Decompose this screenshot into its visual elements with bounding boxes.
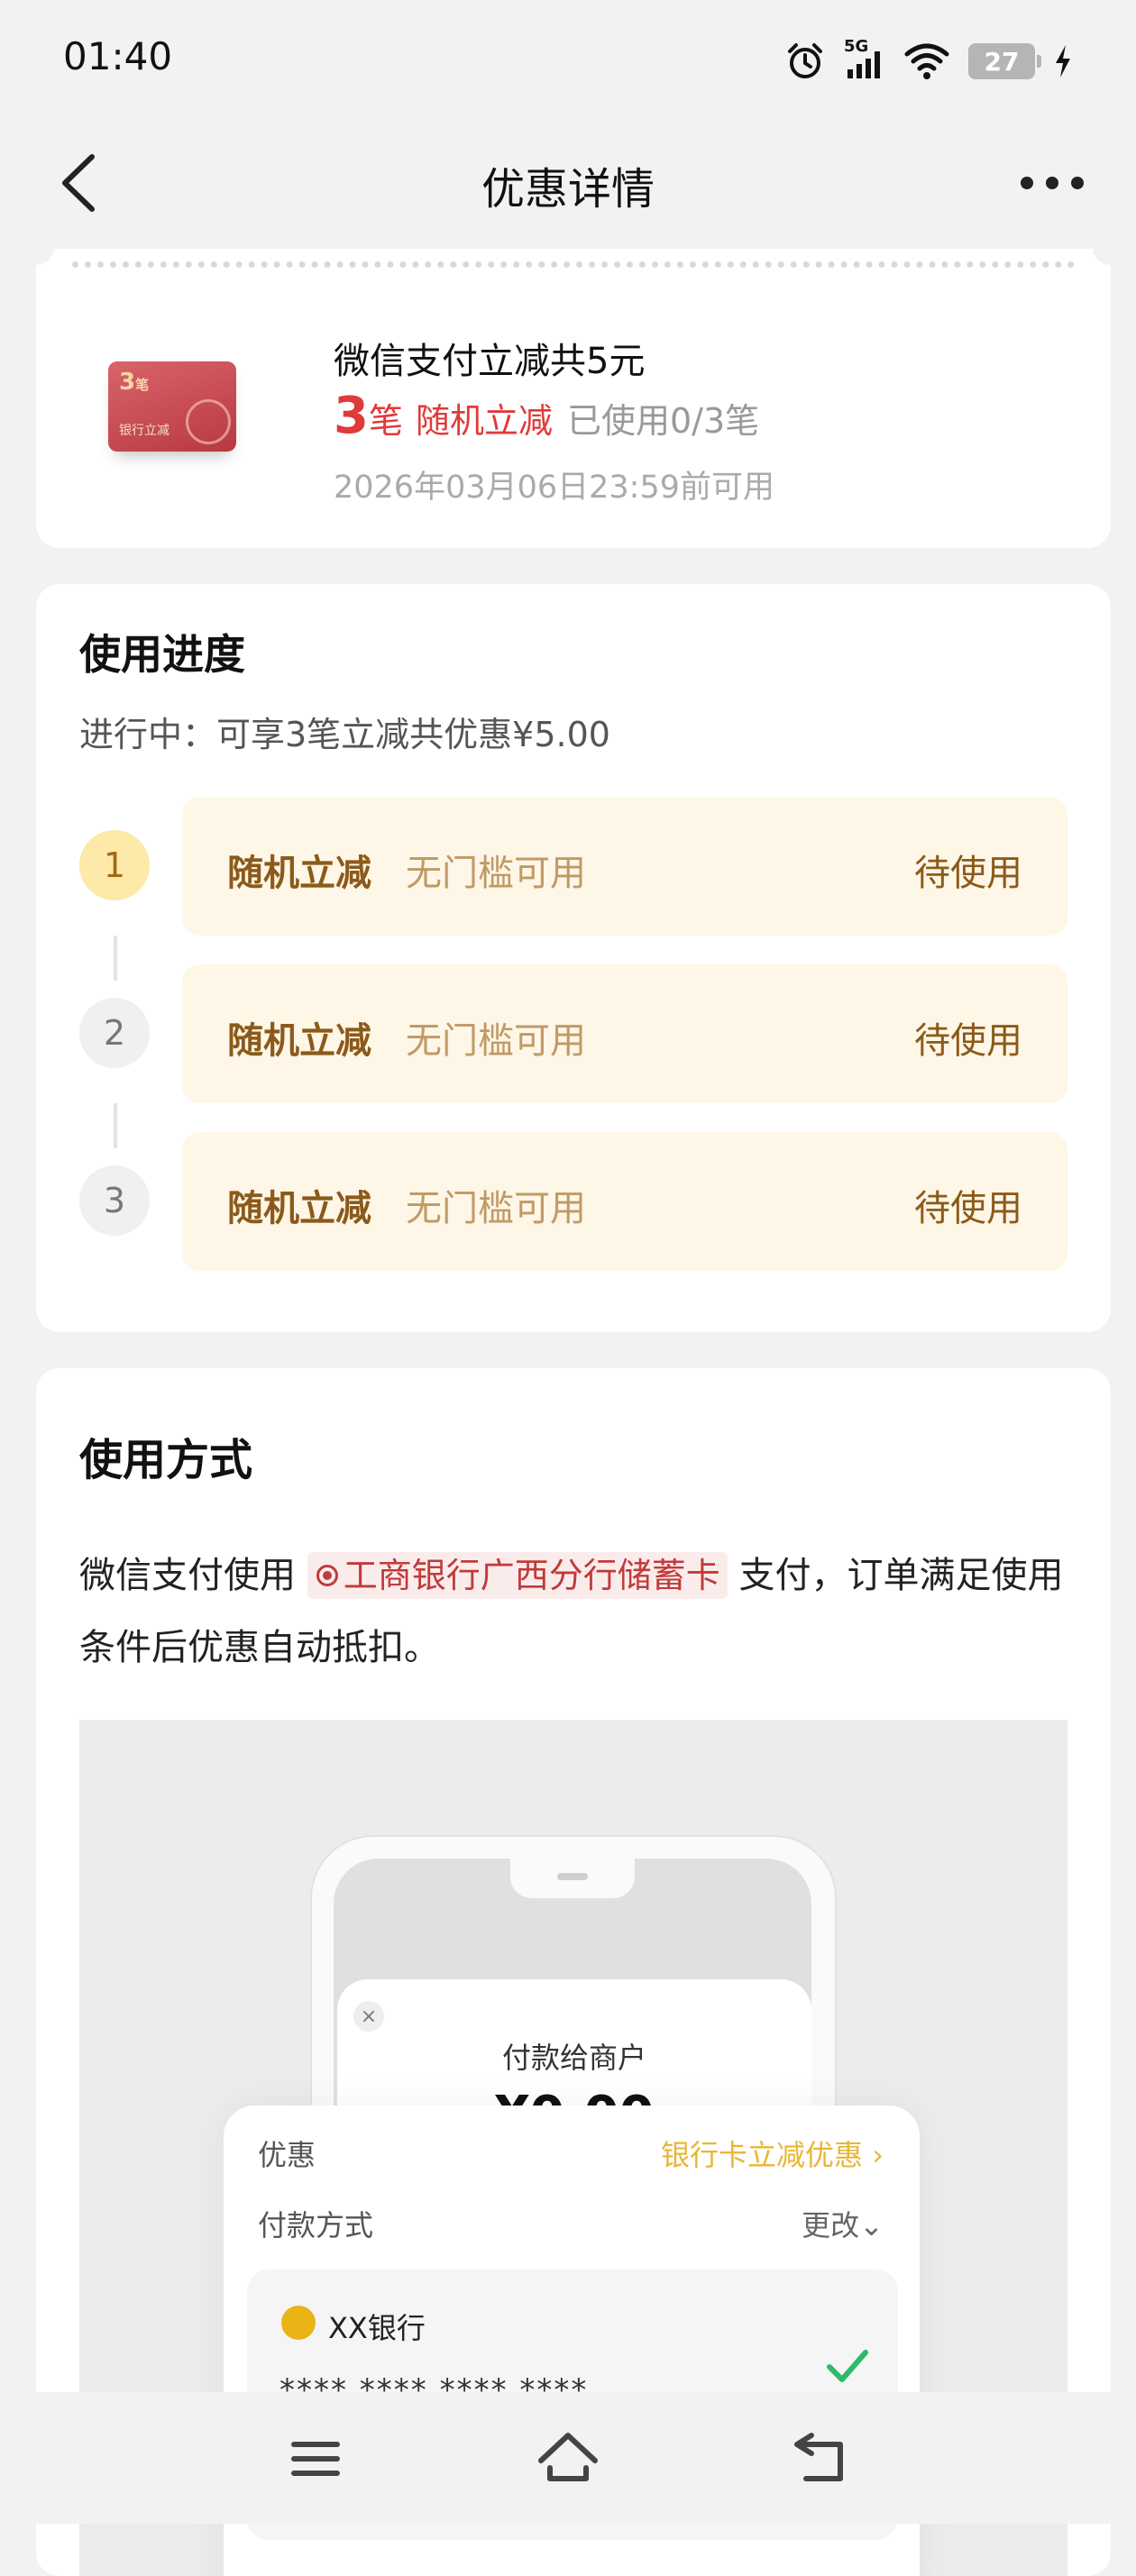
coupon-count: 3: [334, 387, 369, 445]
coupon-used: 已使用0/3笔: [567, 401, 760, 441]
step-name: 随机立减: [227, 1020, 371, 1062]
usage-description: 微信支付使用 工商银行广西分行储蓄卡 支付，订单满足使用条件后优惠自动抵扣。: [79, 1539, 1071, 1684]
system-nav-bar: [0, 2392, 1136, 2524]
step-status: 待使用: [914, 853, 1022, 894]
close-icon: ×: [353, 2001, 384, 2032]
battery-icon: 27: [968, 43, 1041, 79]
step-status: 待使用: [914, 1188, 1022, 1229]
bank-logo-icon: [316, 1564, 338, 1586]
progress-subtitle: 进行中：可享3笔立减共优惠¥5.00: [79, 715, 610, 754]
bank-seal-icon: [186, 399, 231, 444]
return-icon[interactable]: [784, 2423, 857, 2495]
step-condition: 无门槛可用: [406, 1020, 586, 1062]
alarm-icon: [788, 43, 822, 78]
page-title: 优惠详情: [481, 164, 655, 215]
thumb-label: 银行立减: [119, 424, 169, 438]
status-time: 01:40: [63, 34, 173, 78]
bank-coin-icon: [281, 2306, 316, 2340]
menu-icon[interactable]: [279, 2423, 352, 2495]
discount-label: 优惠: [258, 2138, 316, 2172]
step-box[interactable]: 随机立减 无门槛可用 待使用: [182, 964, 1067, 1103]
step-status: 待使用: [914, 1020, 1022, 1062]
step-condition: 无门槛可用: [406, 853, 586, 894]
coupon-card: 3笔 银行立减 微信支付立减共5元 3 笔 随机立减 已使用0/3笔 2026年…: [18, 229, 1129, 548]
progress-step[interactable]: 3 随机立减 无门槛可用 待使用: [36, 1132, 1111, 1271]
notch-right: [1093, 229, 1129, 265]
step-condition: 无门槛可用: [406, 1188, 586, 1229]
step-name: 随机立减: [227, 853, 371, 894]
status-icons: 5G 27: [784, 36, 1073, 87]
coupon-type: 随机立减: [415, 401, 553, 441]
payment-method-label: 付款方式: [258, 2208, 374, 2243]
bank-tag-label: 工商银行广西分行储蓄卡: [343, 1556, 720, 1595]
payment-method-change: 更改⌄: [802, 2208, 884, 2243]
wifi-icon: [904, 43, 949, 79]
step-box[interactable]: 随机立减 无门槛可用 待使用: [182, 1132, 1067, 1271]
phone-notch: [510, 1859, 635, 1898]
progress-step[interactable]: 1 随机立减 无门槛可用 待使用: [36, 797, 1111, 936]
coupon-expiry: 2026年03月06日23:59前可用: [334, 470, 775, 506]
coupon-count-unit: 笔: [368, 401, 403, 441]
progress-step[interactable]: 2 随机立减 无门槛可用 待使用: [36, 964, 1111, 1103]
check-icon: [827, 2350, 868, 2382]
thumb-unit: 笔: [135, 377, 150, 393]
step-name: 随机立减: [227, 1188, 371, 1229]
pay-title: 付款给商户: [501, 2041, 646, 2075]
thumb-num: 3: [119, 369, 136, 396]
usage-heading: 使用方式: [79, 1435, 253, 1485]
perforation: [36, 249, 1111, 285]
step-index: 2: [79, 998, 150, 1068]
charging-icon: [1056, 45, 1070, 78]
bank-tag[interactable]: 工商银行广西分行储蓄卡: [307, 1552, 728, 1599]
home-icon[interactable]: [532, 2423, 604, 2495]
progress-card: 使用进度 进行中：可享3笔立减共优惠¥5.00 1 随机立减 无门槛可用 待使用…: [36, 584, 1111, 1332]
bank-name: XX银行: [328, 2311, 426, 2345]
discount-value: 银行卡立减优惠 ›: [661, 2138, 884, 2172]
coupon-thumbnail: 3笔 银行立减: [108, 361, 236, 455]
notch-left: [18, 229, 54, 265]
coupon-title: 微信支付立减共5元: [334, 341, 646, 382]
coupon-summary: 3 笔 随机立减 已使用0/3笔: [334, 391, 759, 443]
usage-desc-prefix: 微信支付使用: [79, 1555, 296, 1596]
more-dots-icon[interactable]: [1021, 169, 1084, 196]
step-index: 3: [79, 1165, 150, 1236]
step-index: 1: [79, 830, 150, 900]
step-box[interactable]: 随机立减 无门槛可用 待使用: [182, 797, 1067, 936]
signal-icon: 5G: [844, 37, 885, 82]
progress-heading: 使用进度: [79, 630, 245, 679]
